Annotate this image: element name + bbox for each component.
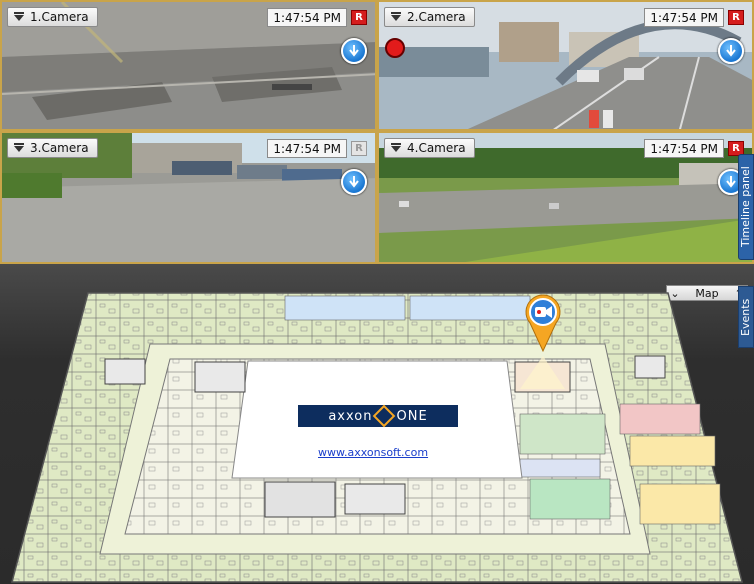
camera-1-export-download-icon[interactable]	[341, 38, 367, 64]
camera-3-label: 3.Camera	[30, 141, 89, 155]
camera-2-record-button[interactable]: R	[728, 10, 744, 25]
camera-4-title-button[interactable]: 4.Camera	[384, 138, 475, 158]
logo-hexagon-icon	[373, 404, 396, 428]
camera-2-label: 2.Camera	[407, 10, 466, 24]
camera-tile-3[interactable]: 3.Camera 1:47:54 PM R	[0, 131, 377, 264]
camera-2-title-button[interactable]: 2.Camera	[384, 7, 475, 27]
camera-1-record-button[interactable]: R	[351, 10, 367, 25]
camera-2-export-download-icon[interactable]	[718, 38, 744, 64]
camera-4-label: 4.Camera	[407, 141, 466, 155]
recording-indicator-icon	[385, 38, 405, 58]
timeline-panel-tab[interactable]: Timeline panel	[738, 154, 754, 260]
camera-tile-2[interactable]: 2.Camera 1:47:54 PM R	[377, 0, 754, 131]
camera-tile-4[interactable]: 4.Camera 1:47:54 PM R	[377, 131, 754, 264]
logo-text-left: axxon	[328, 408, 373, 424]
camera-1-label: 1.Camera	[30, 10, 89, 24]
camera-3-timestamp: 1:47:54 PM	[267, 139, 347, 158]
camera-map-pin-icon[interactable]	[522, 293, 564, 353]
camera-1-title-button[interactable]: 1.Camera	[7, 7, 98, 27]
camera-tile-1[interactable]: 1.Camera 1:47:54 PM R	[0, 0, 377, 131]
camera-1-timestamp: 1:47:54 PM	[267, 8, 347, 27]
logo-text-right: ONE	[396, 408, 428, 424]
events-panel-tab[interactable]: Events	[738, 286, 754, 348]
camera-3-export-download-icon[interactable]	[341, 169, 367, 195]
menu-dropdown-icon	[14, 12, 24, 21]
camera-4-timestamp: 1:47:54 PM	[644, 139, 724, 158]
axxon-one-logo: axxon ONE	[298, 404, 458, 428]
camera-2-timestamp: 1:47:54 PM	[644, 8, 724, 27]
menu-dropdown-icon	[391, 12, 401, 21]
camera-3-record-button[interactable]: R	[351, 141, 367, 156]
menu-dropdown-icon	[391, 143, 401, 152]
camera-3-title-button[interactable]: 3.Camera	[7, 138, 98, 158]
menu-dropdown-icon	[14, 143, 24, 152]
axxonsoft-link[interactable]: www.axxonsoft.com	[318, 446, 428, 459]
